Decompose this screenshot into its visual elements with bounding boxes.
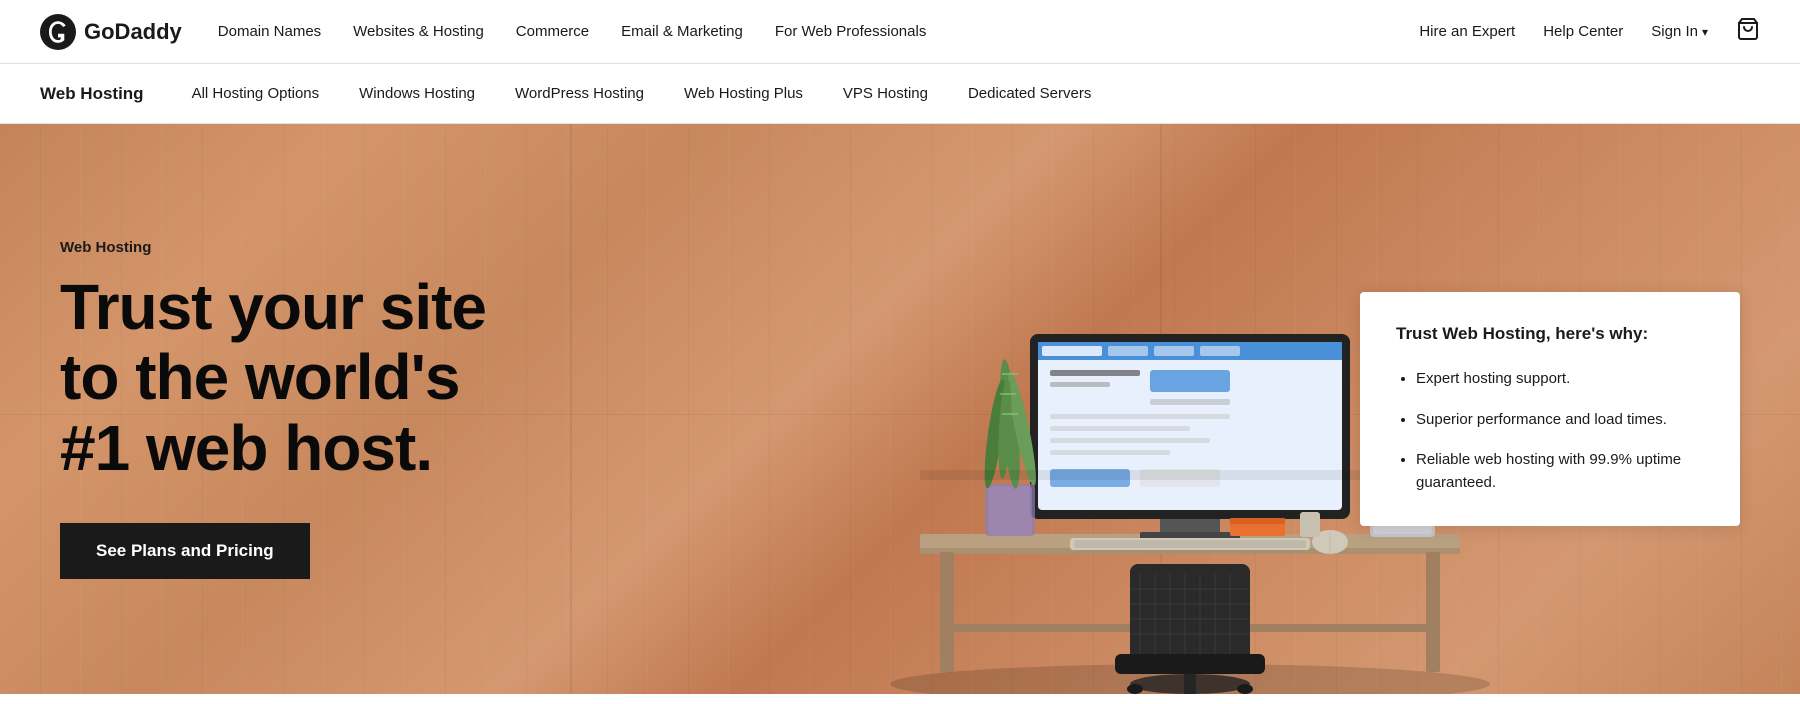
- help-center-link[interactable]: Help Center: [1543, 23, 1623, 40]
- sign-in-button[interactable]: Sign In ▾: [1651, 23, 1708, 40]
- trust-item-3: Reliable web hosting with 99.9% uptime g…: [1416, 449, 1704, 494]
- hero-eyebrow: Web Hosting: [60, 239, 520, 256]
- subnav-wordpress-hosting[interactable]: WordPress Hosting: [515, 85, 644, 102]
- top-nav-links: Domain Names Websites & Hosting Commerce…: [218, 23, 927, 40]
- sub-nav-brand: Web Hosting: [40, 84, 144, 104]
- nav-domain-names[interactable]: Domain Names: [218, 23, 321, 40]
- hero-title: Trust your site to the world's #1 web ho…: [60, 272, 520, 483]
- subnav-dedicated-servers[interactable]: Dedicated Servers: [968, 85, 1091, 102]
- hero-section: Web Hosting Trust your site to the world…: [0, 124, 1800, 694]
- trust-card-list: Expert hosting support. Superior perform…: [1396, 368, 1704, 494]
- trust-item-2: Superior performance and load times.: [1416, 409, 1704, 432]
- nav-commerce[interactable]: Commerce: [516, 23, 589, 40]
- hero-cta-button[interactable]: See Plans and Pricing: [60, 523, 310, 579]
- godaddy-logo[interactable]: GoDaddy: [40, 14, 182, 50]
- top-nav-left: GoDaddy Domain Names Websites & Hosting …: [40, 14, 926, 50]
- subnav-all-hosting[interactable]: All Hosting Options: [192, 85, 320, 102]
- trust-item-1: Expert hosting support.: [1416, 368, 1704, 391]
- sub-nav-links: All Hosting Options Windows Hosting Word…: [192, 85, 1092, 102]
- nav-email-marketing[interactable]: Email & Marketing: [621, 23, 743, 40]
- sub-navigation: Web Hosting All Hosting Options Windows …: [0, 64, 1800, 124]
- subnav-web-hosting-plus[interactable]: Web Hosting Plus: [684, 85, 803, 102]
- logo-text: GoDaddy: [84, 19, 182, 45]
- hire-expert-link[interactable]: Hire an Expert: [1419, 23, 1515, 40]
- trust-card: Trust Web Hosting, here's why: Expert ho…: [1360, 292, 1740, 526]
- top-navigation: GoDaddy Domain Names Websites & Hosting …: [0, 0, 1800, 64]
- godaddy-logo-icon: [40, 14, 76, 50]
- cart-icon[interactable]: [1736, 17, 1760, 47]
- hero-content: Web Hosting Trust your site to the world…: [0, 124, 1800, 694]
- top-nav-right: Hire an Expert Help Center Sign In ▾: [1419, 17, 1760, 47]
- nav-for-web-professionals[interactable]: For Web Professionals: [775, 23, 926, 40]
- subnav-windows-hosting[interactable]: Windows Hosting: [359, 85, 475, 102]
- subnav-vps-hosting[interactable]: VPS Hosting: [843, 85, 928, 102]
- sign-in-label: Sign In: [1651, 23, 1698, 40]
- trust-card-title: Trust Web Hosting, here's why:: [1396, 324, 1704, 344]
- chevron-down-icon: ▾: [1702, 25, 1708, 39]
- nav-websites-hosting[interactable]: Websites & Hosting: [353, 23, 484, 40]
- hero-text-area: Web Hosting Trust your site to the world…: [0, 124, 580, 694]
